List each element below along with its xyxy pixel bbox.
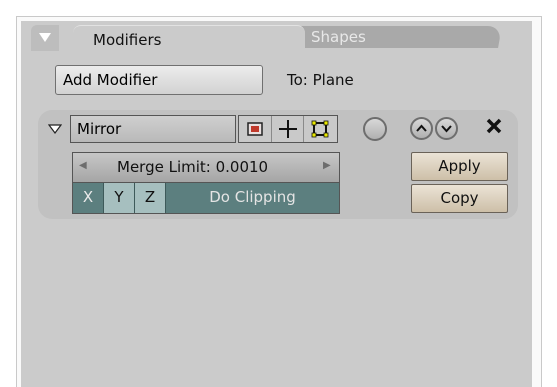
modifier-toggle-circle[interactable]: [363, 117, 387, 141]
tab-modifiers[interactable]: Modifiers: [73, 25, 305, 53]
move-up-button[interactable]: [410, 117, 433, 140]
tab-modifiers-label: Modifiers: [93, 31, 162, 49]
target-object-label: To: Plane: [287, 71, 354, 89]
modifier-mode-buttons: [238, 115, 338, 143]
axis-z-toggle[interactable]: Z: [135, 183, 166, 213]
merge-limit-label: Merge Limit: 0.0010: [117, 158, 269, 176]
expand-triangle-icon[interactable]: [48, 124, 62, 134]
copy-button[interactable]: Copy: [411, 184, 508, 213]
merge-limit-field[interactable]: ◀ Merge Limit: 0.0010 ▶: [73, 153, 339, 183]
close-icon[interactable]: [484, 116, 504, 136]
modifier-mirror-box: Mirror ◀ Merge Limit: 0.0010 ▶ X Y Z Do …: [38, 110, 518, 219]
crosshair-icon: [278, 120, 297, 138]
add-modifier-button[interactable]: Add Modifier: [55, 65, 263, 95]
decrement-arrow-icon[interactable]: ◀: [79, 160, 87, 171]
cage-mode-button[interactable]: [304, 116, 337, 142]
axis-y-toggle[interactable]: Y: [104, 183, 135, 213]
panel-collapse-button[interactable]: [31, 25, 59, 51]
axis-x-toggle[interactable]: X: [73, 183, 104, 213]
chevron-up-icon: [416, 124, 427, 132]
editmode-button[interactable]: [272, 116, 305, 142]
modifiers-panel: Shapes Modifiers Add Modifier To: Plane …: [21, 21, 532, 387]
axis-toggle-row: X Y Z Do Clipping: [73, 183, 339, 213]
triangle-down-icon: [39, 33, 51, 42]
panel-tab-row: Shapes Modifiers: [21, 21, 532, 53]
chevron-down-icon: [441, 125, 452, 133]
render-icon: [247, 122, 263, 136]
tab-shapes-label[interactable]: Shapes: [311, 28, 366, 46]
render-mode-button[interactable]: [239, 116, 272, 142]
do-clipping-toggle[interactable]: Do Clipping: [166, 183, 339, 213]
move-down-button[interactable]: [435, 117, 458, 140]
modifier-name-field[interactable]: Mirror: [70, 115, 236, 143]
apply-button[interactable]: Apply: [411, 152, 508, 181]
cage-icon: [311, 120, 329, 138]
increment-arrow-icon[interactable]: ▶: [323, 160, 331, 171]
mirror-settings-group: ◀ Merge Limit: 0.0010 ▶ X Y Z Do Clippin…: [72, 152, 340, 214]
